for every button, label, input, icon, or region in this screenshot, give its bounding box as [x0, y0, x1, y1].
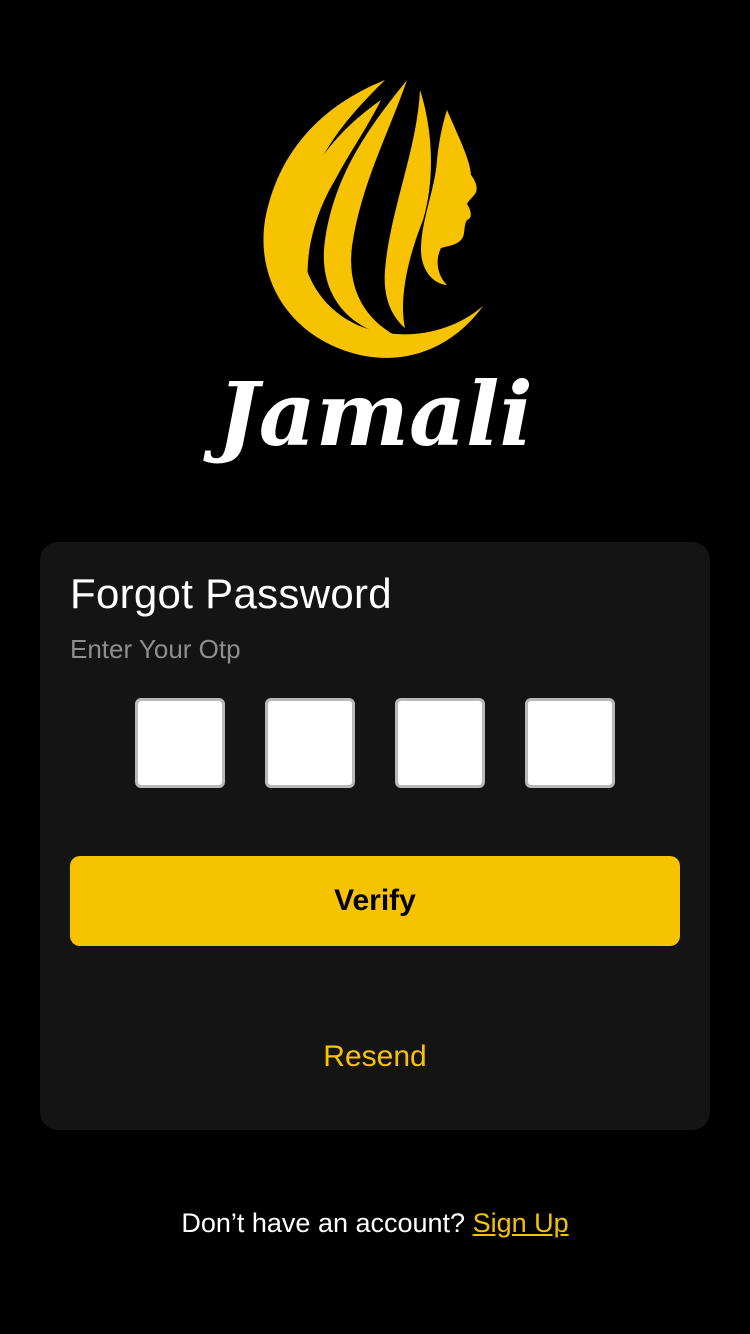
otp-input-group	[135, 698, 615, 788]
jamali-logo: Jamali	[185, 70, 565, 470]
otp-instruction: Enter Your Otp	[70, 634, 241, 664]
woman-hair-silhouette-icon: Jamali	[203, 80, 533, 466]
otp-digit-1[interactable]	[135, 698, 225, 788]
otp-digit-3[interactable]	[395, 698, 485, 788]
resend-link[interactable]: Resend	[40, 1040, 710, 1074]
forgot-password-card: Forgot Password Enter Your Otp Verify Re…	[40, 542, 710, 1130]
forgot-password-screen: Jamali Forgot Password Enter Your Otp Ve…	[0, 0, 750, 1334]
page-title: Forgot Password	[70, 570, 392, 617]
otp-digit-2[interactable]	[265, 698, 355, 788]
signup-prompt: Don’t have an account? Sign Up	[0, 1208, 750, 1239]
verify-button[interactable]: Verify	[70, 856, 680, 946]
signup-prompt-text: Don’t have an account?	[181, 1208, 473, 1238]
otp-digit-4[interactable]	[525, 698, 615, 788]
jamali-logo-text: Jamali	[203, 362, 533, 466]
signup-link[interactable]: Sign Up	[473, 1208, 569, 1238]
